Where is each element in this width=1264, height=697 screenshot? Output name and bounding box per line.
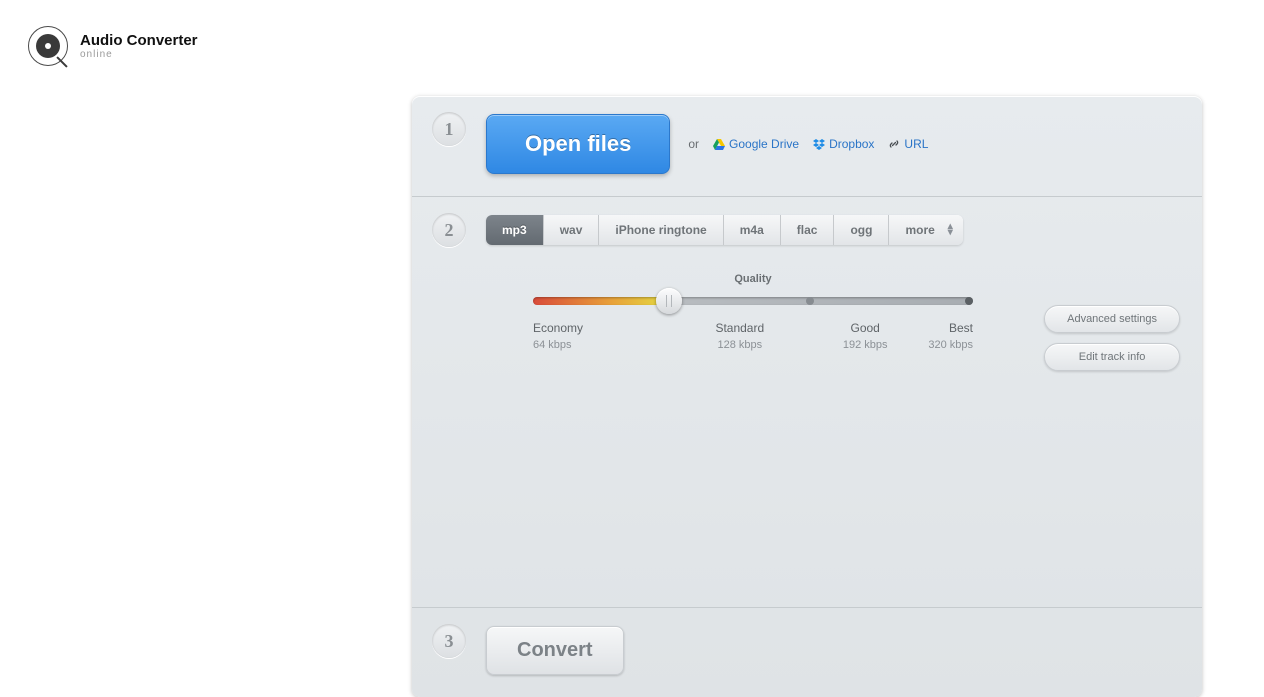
app-logo-text: Audio Converter online — [80, 32, 198, 60]
google-drive-label: Google Drive — [729, 137, 799, 151]
format-tabs: mp3 wav iPhone ringtone m4a flac ogg mor… — [486, 215, 963, 245]
google-drive-icon — [713, 139, 725, 150]
step-2-spacer — [486, 413, 1180, 573]
format-tab-m4a[interactable]: m4a — [724, 215, 781, 245]
app-header: Audio Converter online — [28, 26, 198, 66]
sort-arrows-icon: ▴▾ — [948, 224, 953, 236]
quality-rate-best: 320 kbps — [920, 339, 973, 351]
step-3-section: 3 Convert — [412, 608, 1202, 697]
converter-panel: 1 Open files or Google Drive — [412, 96, 1202, 697]
url-link[interactable]: URL — [888, 137, 928, 151]
app-subtitle: online — [80, 49, 198, 60]
format-tab-mp3[interactable]: mp3 — [486, 215, 544, 245]
quality-side-buttons: Advanced settings Edit track info — [1044, 305, 1180, 371]
quality-title: Quality — [486, 273, 1020, 285]
format-tab-iphone[interactable]: iPhone ringtone — [599, 215, 723, 245]
quality-rate-economy: 64 kbps — [533, 339, 669, 351]
quality-slider[interactable] — [533, 297, 973, 305]
open-files-button[interactable]: Open files — [486, 114, 670, 174]
format-tab-ogg[interactable]: ogg — [834, 215, 889, 245]
quality-rate-standard: 128 kbps — [669, 339, 810, 351]
quality-label-economy: Economy — [533, 321, 669, 335]
app-logo-icon — [28, 26, 68, 66]
app-title: Audio Converter — [80, 32, 198, 49]
quality-stop-best — [965, 297, 973, 305]
quality-area: Quality Economy 64 kbps Standa — [486, 273, 1020, 351]
quality-label-standard: Standard — [669, 321, 810, 335]
or-text: or — [688, 137, 699, 151]
dropbox-icon — [813, 139, 825, 150]
format-tab-more[interactable]: more ▴▾ — [889, 215, 962, 245]
format-tab-more-label: more — [905, 223, 934, 237]
format-tab-flac[interactable]: flac — [781, 215, 835, 245]
step-2-section: 2 mp3 wav iPhone ringtone m4a flac ogg m… — [412, 197, 1202, 608]
quality-rate-good: 192 kbps — [810, 339, 920, 351]
advanced-settings-button[interactable]: Advanced settings — [1044, 305, 1180, 333]
quality-stop-good — [806, 297, 814, 305]
dropbox-label: Dropbox — [829, 137, 874, 151]
step-2-badge: 2 — [432, 213, 466, 247]
url-label: URL — [904, 137, 928, 151]
step-3-badge: 3 — [432, 624, 466, 658]
quality-labels: Economy 64 kbps Standard 128 kbps Good 1… — [533, 321, 973, 351]
quality-label-best: Best — [920, 321, 973, 335]
quality-slider-handle[interactable] — [656, 288, 682, 314]
quality-slider-track — [533, 297, 973, 305]
dropbox-link[interactable]: Dropbox — [813, 137, 874, 151]
step-1-section: 1 Open files or Google Drive — [412, 96, 1202, 197]
edit-track-info-button[interactable]: Edit track info — [1044, 343, 1180, 371]
quality-label-good: Good — [810, 321, 920, 335]
format-tab-wav[interactable]: wav — [544, 215, 600, 245]
google-drive-link[interactable]: Google Drive — [713, 137, 799, 151]
link-icon — [888, 138, 900, 150]
step-1-badge: 1 — [432, 112, 466, 146]
convert-button[interactable]: Convert — [486, 626, 624, 675]
